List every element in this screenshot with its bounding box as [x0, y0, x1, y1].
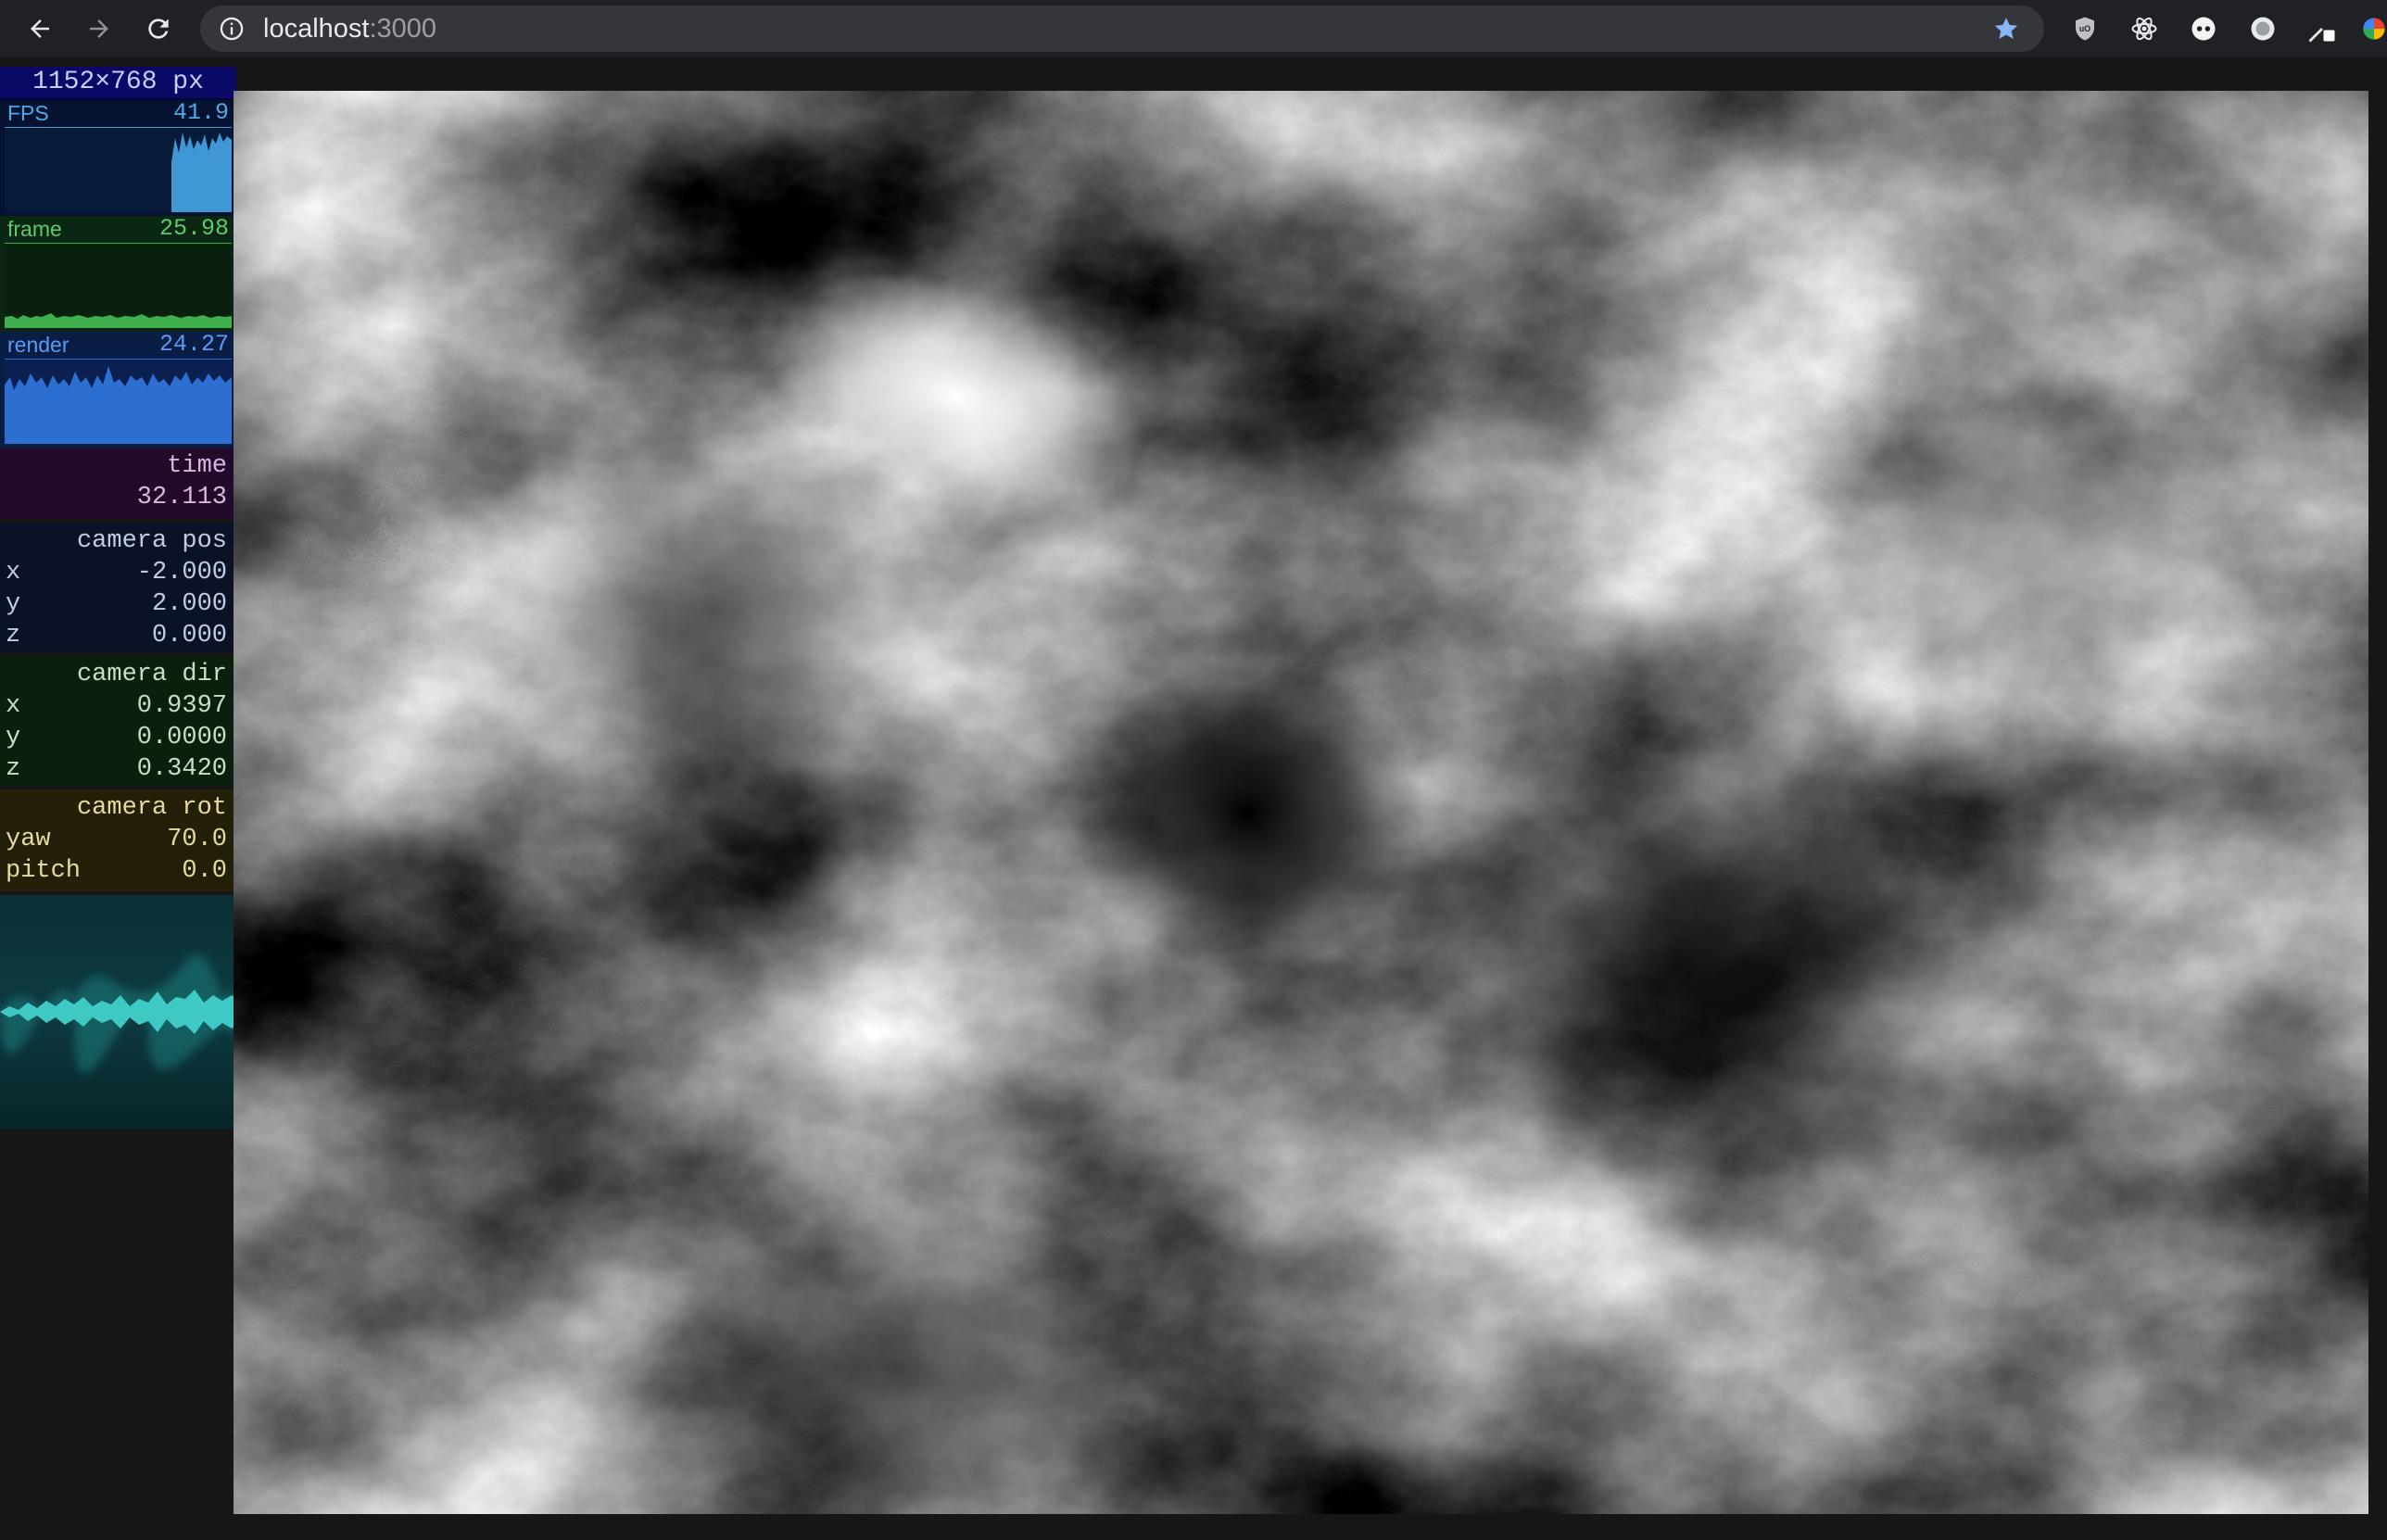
- render-canvas[interactable]: [234, 91, 2368, 1514]
- url-text[interactable]: localhost:3000: [263, 6, 436, 52]
- render-header: render 24.27: [0, 332, 236, 358]
- axis-label: z: [6, 755, 21, 783]
- reload-button[interactable]: [139, 9, 178, 48]
- axis-label: x: [6, 559, 21, 587]
- noise-canvas[interactable]: [234, 91, 2368, 1514]
- camera-dir-x: 0.9397: [136, 692, 227, 720]
- extension-record-icon: [2251, 17, 2275, 41]
- camera-dir-z: 0.3420: [136, 755, 227, 783]
- render-chart: [5, 359, 232, 444]
- camera-pos-x: -2.000: [136, 559, 227, 587]
- frame-value: 25.98: [158, 215, 229, 242]
- url-port: :3000: [369, 14, 437, 44]
- frame-chart: [5, 243, 232, 328]
- time-title: time: [167, 452, 227, 480]
- react-devtools-extension[interactable]: [2126, 10, 2163, 47]
- render-label: render: [7, 333, 69, 357]
- fps-chart: [5, 127, 232, 212]
- frame-label: frame: [7, 217, 62, 241]
- camera-pos-section: camera pos x -2.000 y 2.000 z 0.000: [0, 523, 236, 652]
- browser-toolbar: localhost:3000 uO: [0, 0, 2387, 57]
- react-devtools-icon: [2131, 17, 2157, 41]
- camera-rot-yaw-row: yaw 70.0: [6, 824, 227, 855]
- color-wheel-icon: [2363, 18, 2385, 40]
- camera-dir-y-row: y 0.0000: [6, 722, 227, 753]
- time-value: 32.113: [136, 484, 227, 511]
- forward-arrow-icon: [90, 19, 108, 38]
- back-arrow-icon: [31, 19, 49, 38]
- camera-pos-z-row: z 0.000: [6, 620, 227, 651]
- axis-label: z: [6, 622, 21, 650]
- back-button[interactable]: [20, 9, 59, 48]
- camera-rot-pitch-row: pitch 0.0: [6, 855, 227, 887]
- reload-icon: [148, 19, 169, 39]
- site-info-icon[interactable]: [219, 16, 245, 42]
- frame-header: frame 25.98: [0, 216, 236, 242]
- camera-rot-title: camera rot: [76, 794, 227, 822]
- render-graph: render 24.27: [0, 332, 236, 448]
- page-top-strip: [0, 57, 2387, 91]
- ublock-extension[interactable]: uO: [2066, 10, 2103, 47]
- axis-label: y: [6, 590, 21, 618]
- camera-pos-x-row: x -2.000: [6, 557, 227, 588]
- page-viewport: 1152×768 px FPS 41.9 frame 25.98 render …: [0, 57, 2387, 1540]
- forward-button[interactable]: [80, 9, 119, 48]
- ublock-icon: uO: [2076, 17, 2094, 41]
- url-host: localhost: [263, 14, 370, 44]
- camera-pos-title: camera pos: [76, 527, 227, 555]
- fps-graph: FPS 41.9: [0, 100, 236, 216]
- camera-rot-pitch: 0.0: [182, 857, 227, 885]
- axis-label: yaw: [6, 826, 51, 853]
- camera-dir-z-row: z 0.3420: [6, 753, 227, 785]
- camera-dir-title: camera dir: [76, 661, 227, 688]
- frame-graph: frame 25.98: [0, 216, 236, 332]
- camera-pos-z: 0.000: [151, 622, 227, 650]
- camera-dir-section: camera dir x 0.9397 y 0.0000 z 0.3420: [0, 656, 236, 786]
- camera-rot-yaw: 70.0: [167, 826, 227, 853]
- bookmark-star-icon[interactable]: [1992, 15, 2020, 43]
- eyedropper-icon: [2308, 28, 2335, 43]
- render-value: 24.27: [158, 331, 229, 358]
- color-wheel-extension[interactable]: [2361, 10, 2387, 47]
- camera-pos-y: 2.000: [151, 590, 227, 618]
- audio-waveform: [0, 895, 236, 1129]
- extension-circle-icon: [2191, 17, 2216, 41]
- fps-value: 41.9: [172, 99, 229, 126]
- stats-panel: 1152×768 px FPS 41.9 frame 25.98 render …: [0, 67, 236, 1129]
- axis-label: pitch: [6, 857, 82, 885]
- fps-header: FPS 41.9: [0, 100, 236, 126]
- resolution-label: 1152×768 px: [0, 67, 236, 100]
- axis-label: y: [6, 724, 21, 751]
- fps-label: FPS: [7, 101, 49, 125]
- extension-record[interactable]: [2244, 10, 2281, 47]
- address-bar[interactable]: localhost:3000: [200, 6, 2044, 52]
- svg-text:uO: uO: [2079, 24, 2090, 33]
- camera-dir-y: 0.0000: [136, 724, 227, 751]
- eyedropper-extension[interactable]: [2304, 10, 2341, 47]
- axis-label: x: [6, 692, 21, 720]
- extension-circle[interactable]: [2185, 10, 2222, 47]
- camera-rot-section: camera rot yaw 70.0 pitch 0.0: [0, 789, 236, 891]
- camera-dir-x-row: x 0.9397: [6, 690, 227, 722]
- time-section: time 32.113: [0, 448, 236, 519]
- camera-pos-y-row: y 2.000: [6, 588, 227, 620]
